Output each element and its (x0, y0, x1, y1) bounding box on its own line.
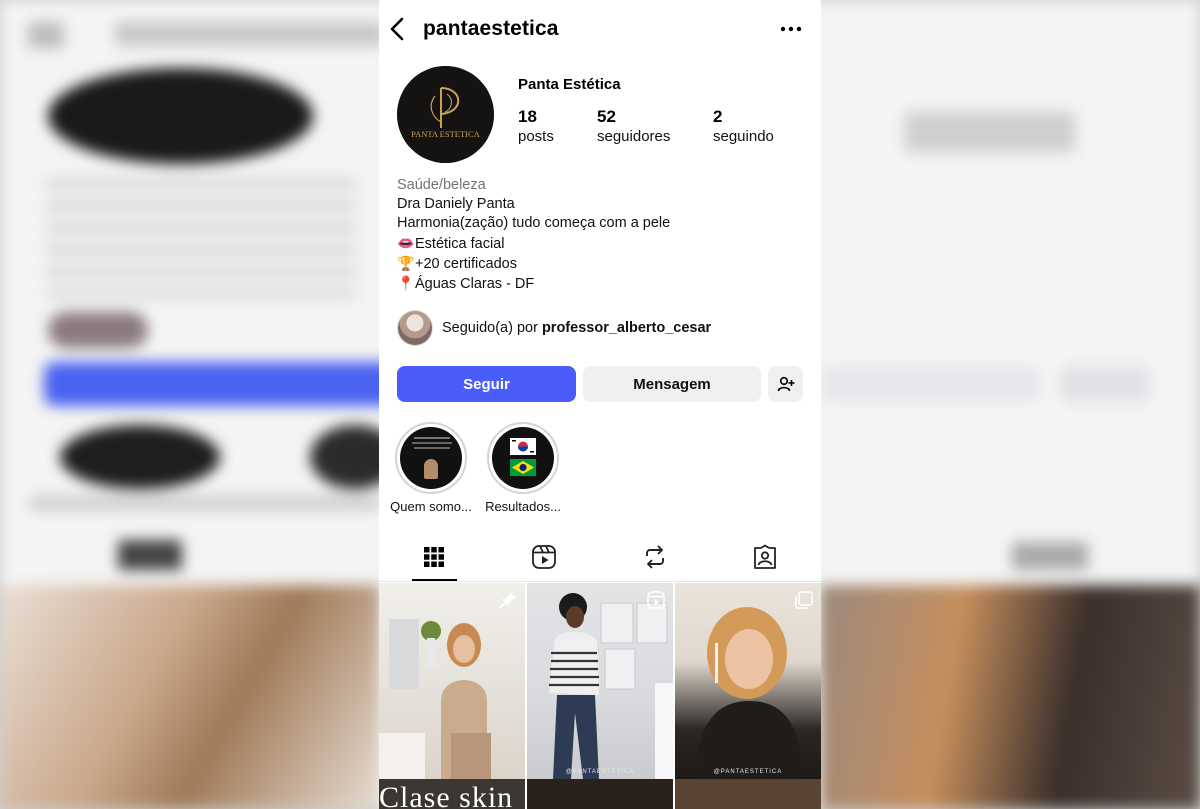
pin-icon (499, 592, 516, 609)
bg-shape (1060, 366, 1150, 402)
bg-shape (48, 312, 148, 348)
follower-avatar (397, 310, 433, 346)
followers-label: seguidores (597, 128, 671, 145)
bg-shape (905, 112, 1075, 152)
post-thumbnail[interactable] (527, 779, 673, 809)
followed-by-prefix: Seguido(a) por (442, 320, 538, 336)
highlight-ring (395, 422, 467, 494)
story-highlight[interactable]: Resultados... (479, 422, 567, 514)
bg-shape (48, 68, 313, 164)
bio-line: 📍Águas Claras - DF (397, 274, 807, 294)
message-button[interactable]: Mensagem (583, 366, 761, 402)
bio-line: Harmonia(zação) tudo começa com a pele (397, 215, 671, 232)
bg-shape (28, 22, 64, 48)
reels-icon (532, 545, 556, 569)
posts-count: 18 (518, 107, 537, 126)
bio-line-text: +20 certificados (415, 255, 517, 272)
tab-tagged[interactable] (710, 532, 820, 582)
bg-shape (118, 540, 182, 570)
followed-by-text: Seguido(a) por professor_alberto_cesar (442, 320, 711, 336)
profile-bio: Saúde/beleza Dra Daniely Panta Harmonia(… (397, 176, 807, 294)
profile-tabs (379, 532, 821, 582)
tab-reposts[interactable] (600, 532, 710, 582)
post-thumbnail[interactable]: @PANTAESTETICA (675, 583, 821, 779)
posts-grid: @PANTAESTETICA @PANTAESTETICA Clase skin (379, 583, 821, 809)
post-image (549, 593, 673, 779)
highlight-ring (487, 422, 559, 494)
posts-stat[interactable]: 18 posts (518, 107, 554, 146)
post-thumbnail[interactable] (675, 779, 821, 809)
tab-posts-grid[interactable] (379, 532, 489, 582)
following-count: 2 (713, 107, 723, 126)
post-image (379, 619, 491, 779)
post-thumbnail[interactable]: @PANTAESTETICA (527, 583, 673, 779)
carousel-icon (795, 591, 813, 609)
bg-shape (0, 585, 380, 809)
profile-avatar[interactable]: PANTA ESTETICA (397, 66, 494, 163)
follow-button[interactable]: Seguir (397, 366, 576, 402)
highlight-label: Quem somo... (390, 499, 472, 514)
top-bar: pantaestetica (379, 0, 821, 58)
followers-stat[interactable]: 52 seguidores (597, 107, 670, 146)
tab-reels[interactable] (489, 532, 599, 582)
location-pin-icon: 📍 (397, 275, 415, 292)
add-user-icon (777, 376, 794, 392)
brand-logo-icon: PANTA ESTETICA (397, 66, 494, 163)
bg-shape (60, 425, 220, 489)
post-thumbnail[interactable] (379, 583, 525, 779)
story-highlight[interactable]: Quem somo... (387, 422, 475, 514)
suggest-users-button[interactable] (768, 366, 803, 402)
avatar-wordmark: PANTA ESTETICA (411, 129, 481, 139)
highlight-cover (492, 427, 554, 489)
post-watermark: @PANTAESTETICA (565, 769, 635, 775)
bio-line: 👄Estética facial (397, 234, 807, 254)
following-label: seguindo (713, 128, 774, 145)
grid-icon (424, 547, 444, 567)
bg-shape (1012, 542, 1088, 570)
profile-screen: pantaestetica PANTA ESTETICA Panta Estét… (379, 0, 821, 809)
lips-icon: 👄 (397, 234, 415, 251)
bg-shape (820, 366, 1040, 402)
active-tab-indicator (412, 579, 457, 581)
bio-line-text: Estética facial (415, 235, 505, 252)
followers-count: 52 (597, 107, 616, 126)
back-arrow-icon[interactable] (387, 16, 409, 42)
post-caption: Clase skin (379, 781, 514, 809)
tagged-icon (754, 544, 776, 569)
bg-shape (46, 178, 356, 298)
bg-shape (44, 362, 404, 406)
bio-category: Saúde/beleza (397, 177, 486, 193)
bg-shape (115, 22, 385, 46)
highlight-cover (400, 427, 462, 489)
bio-line-text: Águas Claras - DF (415, 276, 535, 293)
profile-username: pantaestetica (423, 17, 559, 40)
bg-shape (820, 585, 1200, 809)
followed-by[interactable]: Seguido(a) por professor_alberto_cesar (397, 310, 711, 346)
flags-icon (510, 438, 536, 476)
post-watermark: @PANTAESTETICA (713, 769, 783, 775)
display-name: Panta Estética (518, 76, 621, 93)
bg-shape (30, 496, 380, 510)
followed-by-user: professor_alberto_cesar (541, 320, 712, 336)
bio-line: 🏆+20 certificados (397, 254, 807, 274)
more-options-icon[interactable] (779, 18, 803, 40)
following-stat[interactable]: 2 seguindo (713, 107, 774, 146)
bio-line: Dra Daniely Panta (397, 196, 515, 213)
post-thumbnail[interactable]: Clase skin (379, 779, 525, 809)
trophy-icon: 🏆 (397, 254, 415, 271)
posts-label: posts (518, 128, 554, 145)
highlight-label: Resultados... (485, 499, 561, 514)
reposts-icon (646, 545, 664, 569)
post-image (695, 607, 803, 779)
reels-icon (647, 591, 665, 609)
